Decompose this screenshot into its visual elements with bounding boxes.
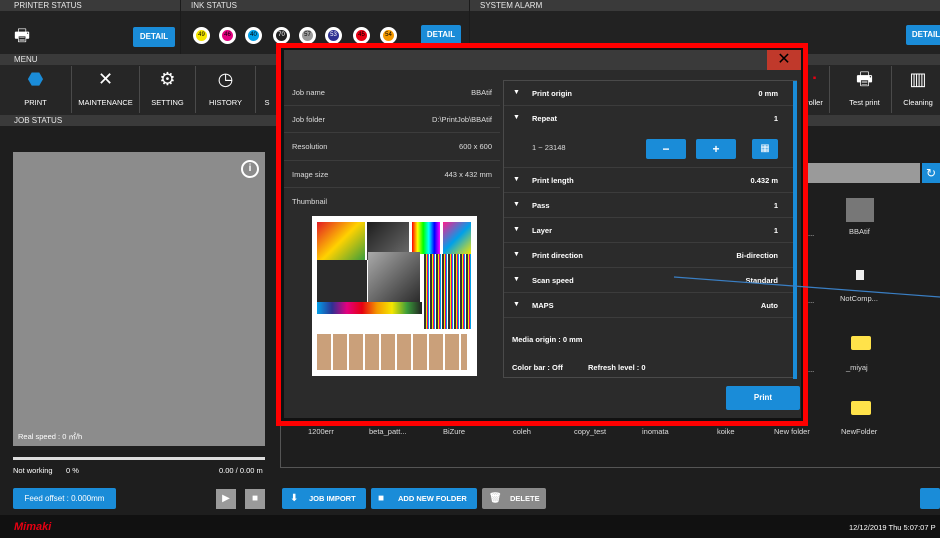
annotation-line (673, 276, 940, 298)
